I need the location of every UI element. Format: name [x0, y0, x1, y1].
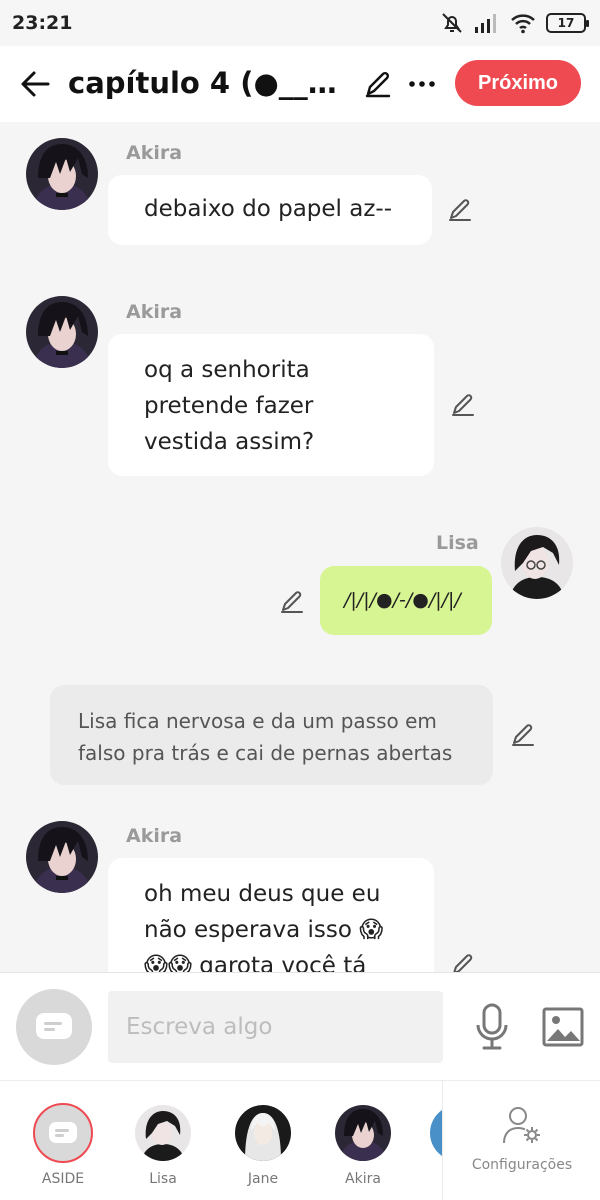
avatar-akira[interactable] [26, 138, 98, 210]
status-time: 23:21 [12, 12, 73, 34]
character-bar: ASIDE Lisa Jane Akira Configurações [0, 1080, 600, 1200]
tab-label: ASIDE [41, 1171, 85, 1187]
message-line: oq a senhorita [144, 357, 310, 383]
back-arrow-icon[interactable] [16, 64, 56, 104]
avatar-akira[interactable] [26, 296, 98, 368]
message-bubble[interactable]: oq a senhorita pretende fazer vestida as… [108, 334, 434, 476]
message-text: /|/|/●/-/●/|/|/ [344, 589, 461, 611]
pencil-icon[interactable] [449, 390, 477, 418]
pencil-icon[interactable] [278, 587, 306, 615]
signal-icon [475, 14, 496, 33]
tab-label: Lisa [149, 1171, 177, 1187]
tab-lisa[interactable]: Lisa [118, 1081, 208, 1200]
more-dots-icon[interactable] [406, 68, 438, 100]
status-icons: 17 [440, 10, 589, 36]
tab-jane[interactable]: Jane [218, 1081, 308, 1200]
avatar-partial[interactable] [430, 1105, 442, 1161]
message-line: oh meu deus que eu [144, 881, 381, 907]
page-title: capítulo 4 (●__●... [68, 66, 356, 100]
message-line: vestida assim? [144, 429, 315, 455]
wifi-icon [511, 14, 535, 34]
message-line: pretende fazer [144, 393, 314, 419]
aside-tab-button [33, 1103, 93, 1163]
aside-toggle-button[interactable] [16, 989, 92, 1065]
chat-bubble-icon [49, 1122, 77, 1143]
pencil-icon[interactable] [446, 195, 474, 223]
message-sender-name: Akira [126, 301, 183, 323]
status-bar: 23:21 17 [0, 0, 600, 46]
tab-label: Akira [345, 1171, 381, 1187]
avatar-lisa [135, 1105, 191, 1161]
message-input[interactable] [108, 991, 443, 1063]
narration-line: Lisa fica nervosa e da um passo em [78, 709, 437, 733]
message-composer [0, 972, 600, 1080]
message-line: 😱😱 garota você tá [144, 953, 367, 972]
avatar-akira [335, 1105, 391, 1161]
pencil-icon[interactable] [449, 950, 477, 972]
tab-akira[interactable]: Akira [318, 1081, 408, 1200]
message-text: debaixo do papel az-- [144, 196, 393, 222]
message-bubble[interactable]: oh meu deus que eu não esperava isso 😱 😱… [108, 858, 434, 972]
next-chapter-button[interactable]: Próximo [455, 60, 581, 106]
message-bubble[interactable]: debaixo do papel az-- [108, 175, 432, 245]
avatar-akira[interactable] [26, 821, 98, 893]
message-sender-name: Akira [126, 142, 183, 164]
microphone-icon[interactable] [474, 1003, 510, 1051]
pencil-icon[interactable] [509, 720, 537, 748]
avatar-jane [235, 1105, 291, 1161]
message-sender-name: Akira [126, 825, 183, 847]
header: capítulo 4 (●__●... Próximo [0, 46, 600, 122]
image-icon[interactable] [542, 1007, 584, 1047]
message-bubble-own[interactable]: /|/|/●/-/●/|/|/ [320, 566, 492, 635]
person-gear-icon [503, 1107, 540, 1144]
battery-icon: 17 [546, 13, 589, 33]
message-sender-name: Lisa [436, 532, 479, 554]
settings-label: Configurações [471, 1157, 573, 1173]
settings-button[interactable]: Configurações [462, 1081, 582, 1200]
battery-level: 17 [557, 16, 575, 30]
chat-bubble-icon [36, 1013, 72, 1039]
narration-block[interactable]: Lisa fica nervosa e da um passo em falso… [50, 685, 493, 785]
chat-area[interactable]: Akira debaixo do papel az-- Akira oq a s… [0, 122, 600, 972]
avatar-lisa[interactable] [501, 527, 573, 599]
divider [442, 1081, 443, 1200]
tab-label: Jane [247, 1171, 279, 1187]
mute-bell-icon [442, 13, 462, 33]
tab-aside[interactable]: ASIDE [18, 1081, 108, 1200]
narration-line: falso pra trás e cai de pernas abertas [78, 741, 453, 765]
message-line: não esperava isso 😱 [144, 917, 384, 943]
pencil-icon[interactable] [362, 68, 394, 100]
